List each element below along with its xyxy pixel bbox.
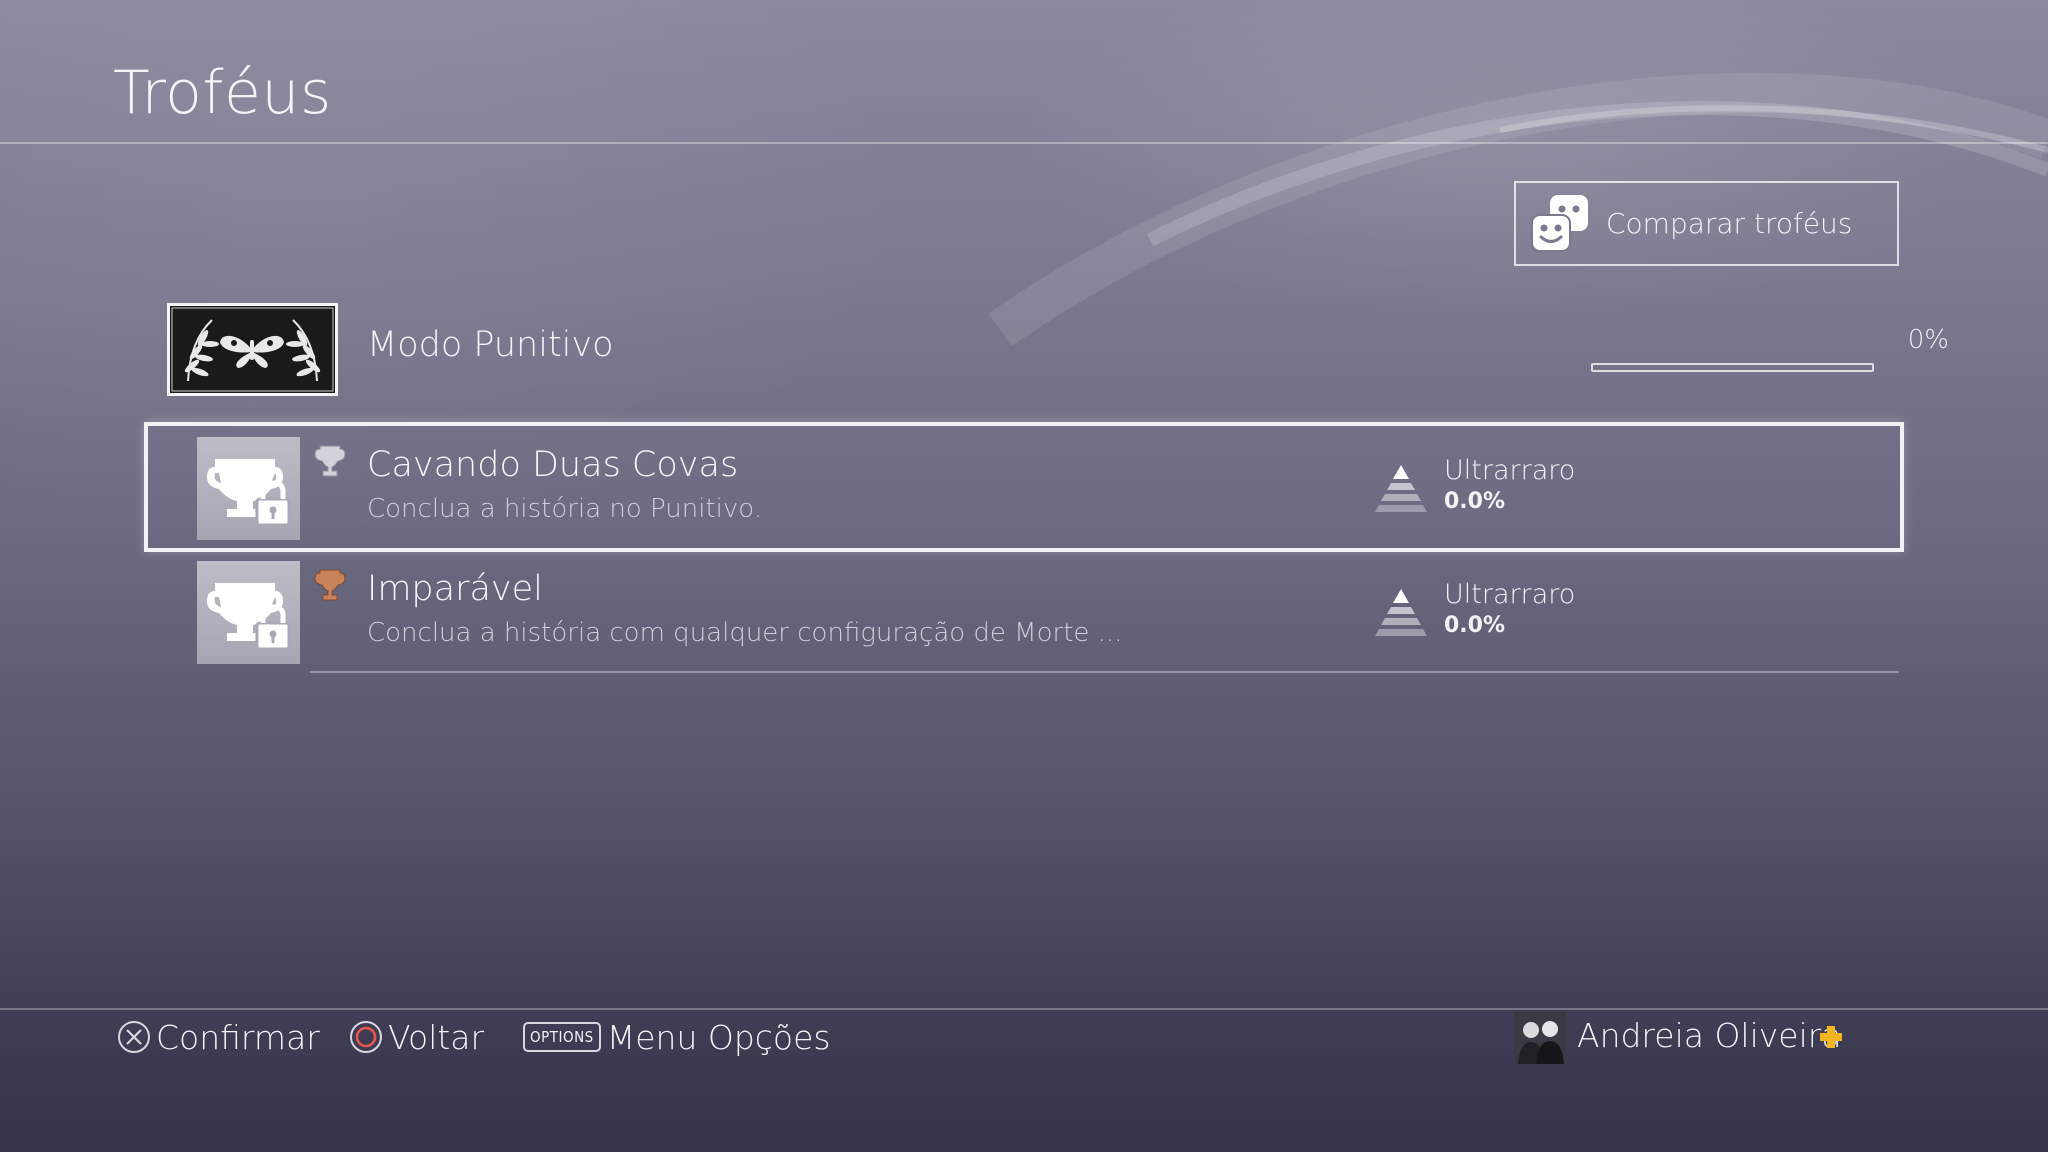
user-name: Andreia Oliveira — [1577, 1016, 1842, 1055]
cross-button-icon — [118, 1021, 150, 1053]
progress-percent: 0% — [1907, 325, 1949, 355]
trophy-row[interactable]: Imparável Conclua a história com qualque… — [197, 561, 1897, 664]
locked-trophy-icon — [207, 459, 291, 527]
rarity-percent: 0.0% — [1444, 489, 1506, 514]
trophy-description: Conclua a história com qualquer configur… — [367, 618, 1123, 648]
circle-button-icon — [350, 1021, 382, 1053]
back-label: Voltar — [388, 1017, 485, 1057]
friends-compare-icon — [1531, 194, 1588, 252]
silver-trophy-icon — [314, 445, 346, 477]
rarity-percent: 0.0% — [1444, 613, 1506, 638]
options-label: Menu Opções — [606, 1017, 831, 1057]
game-title: Modo Punitivo — [367, 325, 614, 365]
confirm-label: Confirmar — [156, 1017, 320, 1057]
confirm-hint[interactable]: Confirmar — [118, 1016, 320, 1058]
locked-trophy-thumbnail — [197, 437, 300, 540]
progress-bar — [1591, 363, 1874, 372]
options-button-icon: OPTIONS — [523, 1022, 601, 1052]
header-divider — [0, 142, 2048, 144]
bronze-trophy-icon — [314, 569, 346, 601]
locked-trophy-thumbnail — [197, 561, 300, 664]
compare-trophies-button[interactable]: Comparar troféus — [1514, 181, 1899, 266]
row-divider — [310, 671, 1899, 673]
rarity-label: Ultrarraro — [1444, 455, 1576, 486]
rarity-pyramid-icon — [1375, 589, 1427, 636]
rarity-label: Ultrarraro — [1444, 579, 1576, 610]
playstation-plus-icon — [1820, 1026, 1842, 1048]
avatar — [1514, 1012, 1566, 1064]
trophy-description: Conclua a história no Punitivo. — [367, 494, 762, 524]
game-thumbnail — [167, 303, 338, 396]
back-hint[interactable]: Voltar — [350, 1016, 484, 1058]
options-hint[interactable]: OPTIONS Menu Opções — [523, 1016, 831, 1058]
trophy-row[interactable]: Cavando Duas Covas Conclua a história no… — [197, 437, 1897, 540]
trophy-name: Imparável — [367, 569, 543, 609]
compare-trophies-label: Comparar troféus — [1606, 207, 1853, 240]
page-title: Troféus — [113, 58, 332, 128]
trophy-name: Cavando Duas Covas — [367, 445, 739, 485]
moth-laurel-emblem-icon — [171, 307, 334, 392]
rarity-pyramid-icon — [1375, 465, 1427, 512]
locked-trophy-icon — [207, 583, 291, 651]
footer-divider — [0, 1008, 2048, 1010]
game-header-row: Modo Punitivo 0% — [167, 303, 1949, 397]
